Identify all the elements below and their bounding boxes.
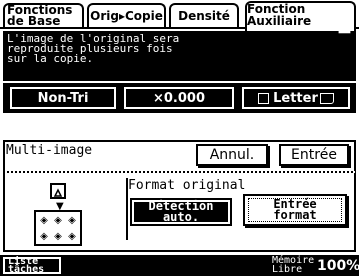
zoom-status-label: ×0.000 [152,90,205,106]
entree-format-line2: format [273,208,317,222]
annul-button[interactable]: Annul. [196,144,268,166]
memoire-libre-label: Mémoire Libre [272,256,314,275]
annul-button-label: Annul. [209,147,255,163]
tab-orig-copie-label: Orig▸Copie [90,8,163,23]
format-original-title: Format original [128,178,246,193]
entree-button[interactable]: Entrée [279,144,349,166]
paper-status: Letter [242,87,350,109]
sort-status: Non-Tri [10,87,116,109]
copy-count: 1 [335,7,353,40]
message-line-3: sur la copie. [7,52,94,65]
sort-status-label: Non-Tri [37,90,89,106]
detection-auto-button[interactable]: Détection auto. [130,198,232,226]
tab-densite[interactable]: Densité [169,3,239,27]
mini-page-icon: ◈ [68,231,76,242]
entree-format-inner: Entrée format [248,198,342,222]
entree-format-button[interactable]: Entrée format [243,194,347,226]
memoire-line2: Libre [272,264,303,275]
mini-page-icon: ◈ [40,215,48,226]
mini-page-icon: ◈ [54,231,62,242]
paper-status-label: Letter [273,90,318,106]
tab-densite-label: Densité [178,8,230,23]
detection-line2: auto. [162,210,200,224]
tab-fonctions-de-base[interactable]: Fonctions de Base [3,3,84,27]
tab-fonctions-line2: de Base [7,14,61,28]
panel-divider [3,171,356,173]
panel-title: Multi-image [6,143,93,158]
mini-page-icon: ◈ [54,215,62,226]
entree-button-label: Entrée [291,147,337,163]
multi-image-layout-icon: ◈ ◈ ◈ ◈ ◈ ◈ [34,210,82,246]
zoom-status: ×0.000 [124,87,234,109]
tab-aux-line2: Auxiliaire [247,14,312,28]
paper-tray-icon [258,92,270,104]
mini-page-icon: ◈ [68,215,76,226]
tab-underline-right [355,27,359,29]
memoire-percent: 100% [317,258,359,274]
message-area: L'image de l'original sera reproduite pl… [3,31,356,81]
mini-page-icon: ◈ [40,231,48,242]
liste-taches-button[interactable]: Liste tâches [3,256,61,275]
tab-underline [0,27,245,29]
paper-orientation-icon [319,92,334,104]
liste-line2: tâches [8,263,45,275]
tab-orig-copie[interactable]: Orig▸Copie [87,3,166,27]
single-original-icon [50,183,66,199]
